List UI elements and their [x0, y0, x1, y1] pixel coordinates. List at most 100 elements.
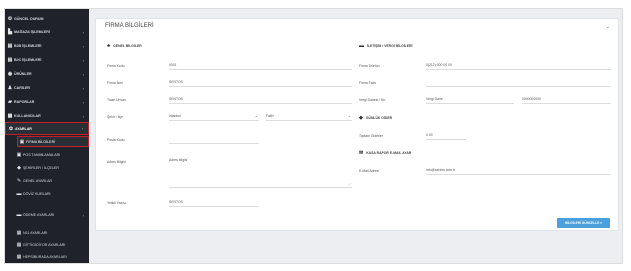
sidebar-item-label: B2B İŞLEMLERİ — [14, 44, 42, 48]
chevron-down-icon: ⌄ — [254, 113, 258, 118]
sidebar-item-label: ÖDEME AYARLARI — [23, 213, 55, 217]
sidebar-item-label: DÖVİZ KURLARI — [23, 192, 51, 196]
postal-field[interactable] — [169, 135, 259, 144]
truck-icon: ▬ — [359, 43, 364, 49]
sidebar-item-accounts[interactable]: ♟ CARİLER › — [5, 82, 89, 94]
sidebar-subitem-currency[interactable]: ▬ DÖVİZ KURLARI — [5, 188, 89, 200]
tax-label: Vergi Dairesi / No — [359, 98, 386, 102]
currency-icon: ▬ — [16, 191, 22, 197]
chevron-right-icon: › — [82, 57, 84, 63]
authorized-label: Yetkili Yazısı — [107, 201, 126, 205]
collapse-caret-icon[interactable]: ⌄ — [606, 24, 610, 30]
sidebar-subitem-gittigidiyor[interactable]: ▦ GİTTİGİDİYOR AYARLARI — [5, 239, 89, 251]
sidebar-item-settings[interactable]: ✿ AYARLAR › — [5, 122, 89, 135]
settings-icon: ✿ — [8, 125, 14, 132]
dashboard-icon: ⚙ — [7, 16, 13, 22]
coin-icon: ◆ — [359, 115, 363, 121]
b2b-icon: ▤ — [7, 43, 13, 49]
sidebar-item-dashboard[interactable]: ⚙ GÜNCEL DURUM — [5, 13, 89, 25]
firm-name-field[interactable]: SENTOS — [169, 78, 352, 87]
sidebar-item-label: POS TANIMLAMALARI — [23, 153, 61, 157]
firm-code-label: Firma Kodu — [107, 64, 125, 68]
products-icon: ◉ — [7, 71, 13, 77]
sidebar-item-label: GENEL AYARLAR — [23, 179, 53, 183]
app-frame: ⚙ GÜNCEL DURUM ▙ MAĞAZA İŞLEMLERİ › ▤ B2B İŞ… — [4, 8, 623, 264]
location-icon: ◆ — [17, 165, 21, 171]
sidebar-item-label: MAĞAZA İŞLEMLERİ — [14, 30, 50, 34]
sidebar-item-products[interactable]: ◉ ÜRÜNLER › — [5, 68, 89, 80]
city-label: Şehir / İlçe — [107, 115, 124, 119]
accounts-icon: ♟ — [7, 85, 13, 91]
sidebar-subitem-firm-info[interactable]: ▣ FİRMA BİLGİLERİ — [17, 136, 89, 147]
sidebar: ⚙ GÜNCEL DURUM ▙ MAĞAZA İŞLEMLERİ › ▤ B2B İŞ… — [5, 9, 89, 263]
email-field[interactable]: info@sentos.com.tr — [426, 166, 611, 175]
total-expense-label: Toplam Giderler — [359, 134, 383, 138]
sidebar-item-b2c[interactable]: ▤ B2C İŞLEMLERİ › — [5, 54, 89, 66]
chevron-down-icon: ⌄ — [347, 113, 351, 118]
tax-number-field[interactable]: 0000000000 — [522, 95, 611, 104]
title-label: Ticari Ünvan — [107, 98, 126, 102]
fax-label: Firma Faks — [359, 81, 376, 85]
mail-settings-heading: ✉ KASA RAPOR E-MAIL AYAR — [359, 150, 412, 156]
firm-name-label: Firma İsmi — [107, 81, 123, 85]
email-label: E-Mail Adresi — [359, 169, 379, 173]
address-value: Adres bilgisi — [169, 158, 188, 162]
chevron-right-icon: › — [82, 113, 84, 119]
chevron-right-icon: › — [82, 71, 84, 77]
sidebar-item-store[interactable]: ▙ MAĞAZA İŞLEMLERİ › — [5, 26, 89, 38]
address-textarea[interactable]: Adres bilgisi ⟋ — [169, 158, 352, 188]
sidebar-subitem-cities[interactable]: ◆ ŞEHİRLER / İLÇELER — [5, 162, 89, 174]
chevron-right-icon: › — [82, 43, 84, 49]
chevron-right-icon: › — [82, 29, 84, 35]
sidebar-item-users[interactable]: ▦ KULLANICILAR › — [5, 110, 89, 122]
fax-field[interactable] — [426, 78, 611, 87]
chevron-down-icon: › — [81, 126, 83, 131]
pos-icon: ▣ — [16, 152, 22, 158]
sidebar-item-label: ÜRÜNLER — [14, 72, 32, 76]
title-field[interactable]: SENTOS — [169, 95, 352, 104]
sitemap-icon: ♣ — [107, 43, 111, 49]
sidebar-subitem-n11[interactable]: ▦ N11 AYARLARI — [5, 227, 89, 239]
firm-info-card: FİRMA BİLGİLERİ ⌄ ♣ GENEL BİLGİLER ▬ İLETİ… — [95, 18, 619, 231]
contact-info-heading: ▬ İLETİŞİM / VERGİ BİLGİLERİ — [359, 43, 413, 49]
postal-label: Posta Kodu — [107, 138, 125, 142]
chevron-right-icon: › — [82, 85, 84, 91]
sidebar-subitem-general[interactable]: ✎ GENEL AYARLAR — [5, 175, 89, 187]
address-label: Adres Bilgisi — [107, 160, 126, 164]
update-info-button[interactable]: BİLGİLERİ GÜNCELLE ▾ — [557, 218, 610, 228]
phone-field[interactable]: 0(212) 000 00 00 — [426, 61, 611, 70]
phone-label: Firma Telefon — [359, 64, 380, 68]
sidebar-item-label: FİRMA BİLGİLERİ — [26, 139, 56, 144]
sidebar-item-label: GÜNCEL DURUM — [14, 17, 44, 21]
city-select-value: İstanbul — [169, 114, 181, 118]
resize-handle-icon[interactable]: ⟋ — [348, 182, 351, 187]
daily-expense-heading: ◆ GÜNLÜK GİDER — [359, 115, 393, 121]
sidebar-item-label: AYARLAR — [15, 126, 32, 131]
reports-icon: ▰ — [8, 99, 12, 105]
sidebar-subitem-payment[interactable]: ▬ ÖDEME AYARLARI › — [5, 209, 89, 221]
store-icon: ▙ — [8, 29, 12, 35]
total-expense-field[interactable]: 0.00 — [426, 131, 466, 140]
sidebar-item-label: RAPORLAR — [14, 100, 35, 104]
sidebar-item-reports[interactable]: ▰ RAPORLAR › — [5, 96, 89, 108]
firm-code-field[interactable]: 0001 — [169, 61, 352, 70]
sidebar-item-label: CARİLER — [14, 86, 30, 90]
authorized-field[interactable]: SENTOS — [169, 198, 259, 207]
sidebar-item-b2b[interactable]: ▤ B2B İŞLEMLERİ › — [5, 40, 89, 52]
payment-icon: ▬ — [16, 212, 22, 218]
district-select[interactable]: Fatih ⌄ — [266, 112, 352, 121]
wrench-icon: ✎ — [16, 178, 22, 184]
sidebar-item-label: ŞEHİRLER / İLÇELER — [23, 166, 59, 170]
envelope-icon: ✉ — [359, 150, 364, 156]
sidebar-subitem-pos[interactable]: ▣ POS TANIMLAMALARI — [5, 149, 89, 161]
tax-office-field[interactable]: Vergi Daire — [426, 95, 514, 104]
sidebar-item-label: N11 AYARLARI — [23, 231, 48, 235]
firm-icon: ▣ — [19, 138, 25, 145]
sidebar-subitem-hepsiburada[interactable]: ▦ HEPSİBURADA AYARLARI — [5, 251, 89, 263]
b2c-icon: ▤ — [7, 57, 13, 63]
sidebar-item-label: B2C İŞLEMLERİ — [14, 58, 42, 62]
hb-icon: ▦ — [16, 254, 22, 260]
sidebar-item-label: GİTTİGİDİYOR AYARLARI — [23, 243, 66, 247]
city-select[interactable]: İstanbul ⌄ — [169, 112, 259, 121]
users-icon: ▦ — [7, 113, 13, 119]
